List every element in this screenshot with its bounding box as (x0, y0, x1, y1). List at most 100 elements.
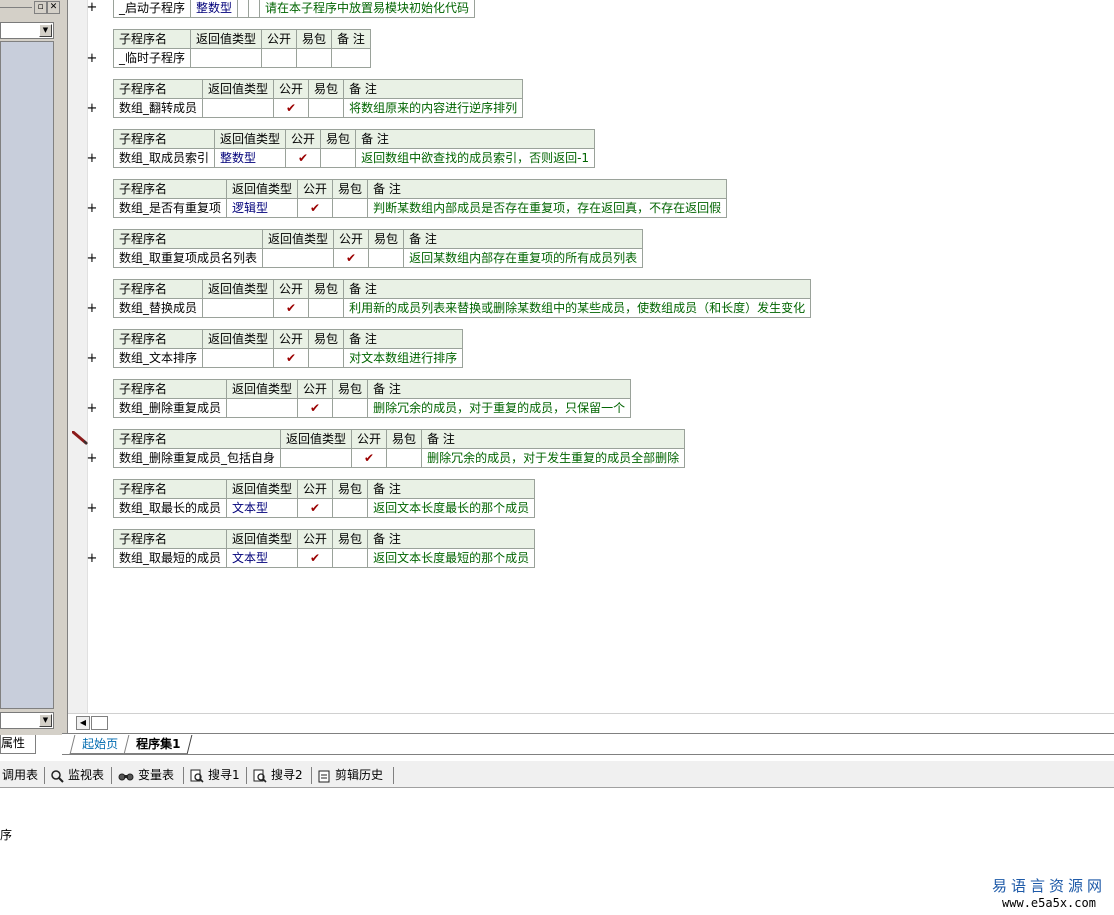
watermark: 易语言资源网 www.e5a5x.com (992, 875, 1106, 910)
subroutine-table: 子程序名 返回值类型 公开 易包备 注数组_删除重复成员_包括自身 ✔ 删除冗余的成员，对… (112, 429, 686, 468)
return-type-cell[interactable] (202, 298, 275, 318)
search2-button[interactable]: 搜寻2 (253, 765, 303, 785)
return-type-cell[interactable] (190, 48, 263, 68)
search1-button[interactable]: 搜寻1 (190, 765, 240, 785)
expand-toggle[interactable]: + (84, 299, 100, 319)
return-type-cell[interactable]: 文本型 (226, 548, 299, 568)
horizontal-scrollbar[interactable]: ◀ (68, 713, 1114, 733)
public-cell[interactable]: ✔ (285, 148, 322, 168)
scroll-thumb[interactable] (91, 716, 108, 730)
easy-pack-cell[interactable] (368, 248, 405, 268)
remark-cell[interactable]: 删除冗余的成员，对于发生重复的成员全部删除 (421, 448, 686, 468)
remark-cell[interactable]: 返回文本长度最短的那个成员 (367, 548, 536, 568)
subroutine-name-cell[interactable]: 数组_文本排序 (112, 348, 204, 368)
public-cell[interactable]: ✔ (297, 498, 334, 518)
easy-pack-cell[interactable] (248, 0, 261, 18)
subroutine-name-cell[interactable]: 数组_替换成员 (112, 298, 204, 318)
subroutine-name-cell[interactable]: 数组_是否有重复项 (112, 198, 228, 218)
easy-pack-cell[interactable] (332, 548, 369, 568)
return-type-cell[interactable] (226, 398, 299, 418)
subroutine-name-cell[interactable]: 数组_取最长的成员 (112, 498, 228, 518)
public-cell[interactable] (261, 48, 298, 68)
remark-cell[interactable] (331, 48, 371, 68)
column-header-easy-pack: 易包 (332, 479, 369, 499)
return-type-cell[interactable] (280, 448, 353, 468)
return-type-cell[interactable] (262, 248, 335, 268)
subroutine-name-cell[interactable]: 数组_删除重复成员 (112, 398, 228, 418)
remark-cell[interactable]: 利用新的成员列表来替换或删除某数组中的某些成员，使数组成员（和长度）发生变化 (343, 298, 812, 318)
restore-icon[interactable]: ▫ (34, 1, 47, 14)
return-type-cell[interactable] (202, 98, 275, 118)
expand-toggle[interactable]: + (84, 499, 100, 519)
easy-pack-cell[interactable] (332, 498, 369, 518)
return-type-cell[interactable] (202, 348, 275, 368)
expand-toggle[interactable]: + (84, 149, 100, 169)
expand-toggle[interactable]: + (84, 449, 100, 469)
expand-toggle[interactable]: + (84, 249, 100, 269)
subroutine-name-cell[interactable]: 数组_翻转成员 (112, 98, 204, 118)
subroutine-name-cell[interactable]: _临时子程序 (112, 48, 192, 68)
tab-properties[interactable]: 属性 (0, 735, 36, 754)
public-cell[interactable]: ✔ (273, 298, 310, 318)
subroutine-name-cell[interactable]: 数组_取重复项成员名列表 (112, 248, 264, 268)
remark-cell[interactable]: 判断某数组内部成员是否存在重复项，存在返回真，不存在返回假 (367, 198, 728, 218)
easy-pack-cell[interactable] (296, 48, 333, 68)
public-cell[interactable]: ✔ (273, 348, 310, 368)
column-header-easy-pack: 易包 (308, 329, 345, 349)
expand-toggle[interactable]: + (84, 49, 100, 69)
property-list[interactable] (0, 41, 54, 709)
object-combo[interactable]: ▼ (0, 22, 54, 39)
column-header-return-type: 返回值类型 (202, 279, 275, 299)
subroutine-name-cell[interactable]: _启动子程序 (112, 0, 192, 18)
easy-pack-cell[interactable] (308, 298, 345, 318)
chevron-down-icon[interactable]: ▼ (39, 714, 52, 727)
public-cell[interactable]: ✔ (297, 198, 334, 218)
call-table-button[interactable]: 调用表 (2, 765, 38, 785)
expand-toggle[interactable]: + (84, 199, 100, 219)
chevron-down-icon[interactable]: ▼ (39, 24, 52, 37)
subroutine-name-cell[interactable]: 数组_删除重复成员_包括自身 (112, 448, 282, 468)
return-type-cell[interactable]: 逻辑型 (226, 198, 299, 218)
watch-table-button[interactable]: 监视表 (50, 765, 104, 785)
subroutine-name-cell[interactable]: 数组_取成员索引 (112, 148, 216, 168)
expand-toggle[interactable]: + (84, 349, 100, 369)
code-editor[interactable]: + _启动子程序 整数型 请在本子程序中放置易模块初始化代码 + 子程序名 返回值类型 公开易… (87, 0, 1114, 713)
variable-table-button[interactable]: 变量表 (118, 765, 174, 785)
remark-cell[interactable]: 删除冗余的成员，对于重复的成员，只保留一个 (367, 398, 632, 418)
subroutine-name-cell[interactable]: 数组_取最短的成员 (112, 548, 228, 568)
remark-cell[interactable]: 返回文本长度最长的那个成员 (367, 498, 536, 518)
remark-cell[interactable]: 返回数组中欲查找的成员索引，否则返回-1 (355, 148, 596, 168)
public-cell[interactable]: ✔ (297, 548, 334, 568)
easy-pack-cell[interactable] (332, 398, 369, 418)
property-value-combo[interactable]: ▼ (0, 712, 54, 729)
remark-cell[interactable]: 返回某数组内部存在重复项的所有成员列表 (403, 248, 644, 268)
easy-pack-cell[interactable] (332, 198, 369, 218)
easy-pack-cell[interactable] (386, 448, 423, 468)
output-pane[interactable]: 序 易语言资源网 www.e5a5x.com (0, 790, 1114, 915)
expand-toggle[interactable]: + (84, 99, 100, 119)
easy-pack-cell[interactable] (308, 98, 345, 118)
column-header-return-type: 返回值类型 (202, 79, 275, 99)
public-cell[interactable] (237, 0, 250, 18)
public-cell[interactable]: ✔ (351, 448, 388, 468)
return-type-cell[interactable]: 文本型 (226, 498, 299, 518)
easy-pack-cell[interactable] (320, 148, 357, 168)
expand-toggle[interactable]: + (84, 0, 100, 18)
remark-cell[interactable]: 请在本子程序中放置易模块初始化代码 (259, 0, 476, 18)
easy-pack-cell[interactable] (308, 348, 345, 368)
public-cell[interactable]: ✔ (333, 248, 370, 268)
expand-toggle[interactable]: + (84, 549, 100, 569)
expand-toggle[interactable]: + (84, 399, 100, 419)
remark-cell[interactable]: 对文本数组进行排序 (343, 348, 464, 368)
return-type-cell[interactable]: 整数型 (190, 0, 239, 18)
scroll-left-icon[interactable]: ◀ (76, 716, 90, 730)
tab-start-page[interactable]: 起始页 (69, 735, 131, 754)
remark-cell[interactable]: 将数组原来的内容进行逆序排列 (343, 98, 524, 118)
column-header-name: 子程序名 (112, 29, 192, 49)
public-cell[interactable]: ✔ (297, 398, 334, 418)
close-icon[interactable]: ✕ (47, 1, 60, 14)
public-cell[interactable]: ✔ (273, 98, 310, 118)
tab-program-set[interactable]: 程序集1 (123, 735, 193, 754)
return-type-cell[interactable]: 整数型 (214, 148, 287, 168)
clip-history-button[interactable]: 剪辑历史 (318, 765, 383, 785)
